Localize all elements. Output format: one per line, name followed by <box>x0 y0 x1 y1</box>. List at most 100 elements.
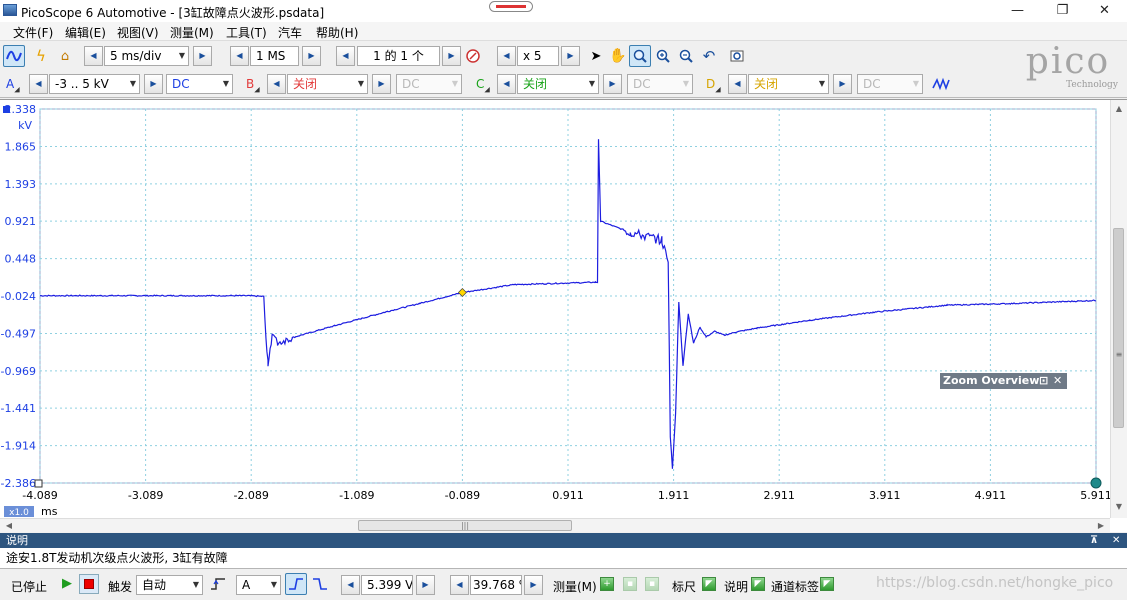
trigger-mode: 自动 <box>142 578 167 592</box>
channel-a-range-prev-button[interactable]: ◀ <box>29 74 48 94</box>
menu-auto[interactable]: 汽车 <box>278 24 302 41</box>
pretrigger-next-button[interactable]: ▶ <box>524 575 543 595</box>
samples-field[interactable]: 1 MS <box>250 46 299 66</box>
menu-help[interactable]: 帮助(H) <box>316 24 358 41</box>
zoom-overview-pin-icon[interactable]: ⊡ <box>1039 373 1048 389</box>
horizontal-scroll-thumb[interactable]: ||| <box>358 520 572 531</box>
buffer-next-button[interactable]: ▶ <box>442 46 461 66</box>
timebase-next-button[interactable]: ▶ <box>193 46 212 66</box>
horizontal-scrollbar[interactable]: ◀ ||| ▶ <box>0 518 1110 532</box>
lightning-icon[interactable]: ϟ <box>30 45 52 67</box>
x-tick-label: -4.089 <box>22 489 57 502</box>
menu-edit[interactable]: 编辑(E) <box>65 24 106 41</box>
notes-label[interactable]: 说明 <box>724 578 748 595</box>
channel-c-range-next-button[interactable]: ▶ <box>603 74 622 94</box>
run-icon[interactable]: ▶ <box>62 576 72 591</box>
samples-next-button[interactable]: ▶ <box>302 46 321 66</box>
buffer-navigator-icon[interactable] <box>462 45 484 67</box>
trigger-mode-select[interactable]: 自动 ▼ <box>136 575 203 595</box>
channel-labels-label[interactable]: 通道标签 <box>771 578 819 595</box>
channel-b-range-next-button[interactable]: ▶ <box>372 74 391 94</box>
notes-close-icon[interactable]: ✕ <box>1112 533 1120 548</box>
scope-view[interactable]: 2.338 1.865 1.393 0.921 0.448 -0.024 -0.497 -0.… <box>0 99 1127 532</box>
menu-measure[interactable]: 测量(M) <box>170 24 214 41</box>
trigger-edge-icon[interactable] <box>207 573 229 595</box>
scroll-right-arrow[interactable]: ▶ <box>1094 519 1108 532</box>
channel-b-range-prev-button[interactable]: ◀ <box>267 74 286 94</box>
scroll-down-arrow[interactable]: ▼ <box>1111 500 1127 514</box>
channel-b-coupling-select[interactable]: DC ▼ <box>396 74 462 94</box>
logo-wordmark: pico <box>1025 41 1111 82</box>
rising-edge-icon[interactable] <box>285 573 307 595</box>
measure-label[interactable]: 测量(M) <box>553 578 597 595</box>
channel-scale-bottom-marker[interactable] <box>34 479 43 488</box>
zoom-in-icon[interactable] <box>652 45 674 67</box>
x-tick-label: -1.089 <box>339 489 374 502</box>
scroll-left-arrow[interactable]: ◀ <box>2 519 16 532</box>
trigger-source-select[interactable]: A ▼ <box>236 575 281 595</box>
channel-scale-top-marker[interactable] <box>3 106 10 113</box>
channel-c-range-select[interactable]: 关闭 ▼ <box>517 74 599 94</box>
zoom-overview-icon[interactable] <box>726 45 748 67</box>
vertical-scroll-thumb[interactable] <box>1113 228 1124 428</box>
zoom-next-button[interactable]: ▶ <box>561 46 580 66</box>
channel-a-label[interactable]: A◢ <box>6 77 20 96</box>
menu-file[interactable]: 文件(F) <box>13 24 53 41</box>
zoom-rect-icon[interactable] <box>629 45 651 67</box>
vertical-scrollbar[interactable]: ▲ ≡ ▼ <box>1110 100 1127 518</box>
samples-prev-button[interactable]: ◀ <box>230 46 249 66</box>
buffer-prev-button[interactable]: ◀ <box>336 46 355 66</box>
time-ruler-handle[interactable] <box>1090 477 1102 489</box>
channel-c-label[interactable]: C◢ <box>476 77 490 96</box>
math-channel-icon[interactable] <box>930 73 952 95</box>
channel-d-range-select[interactable]: 关闭 ▼ <box>748 74 829 94</box>
scope-view-icon[interactable] <box>3 45 25 67</box>
falling-edge-icon[interactable] <box>309 573 331 595</box>
threshold-prev-button[interactable]: ◀ <box>341 575 360 595</box>
zoom-out-icon[interactable] <box>675 45 697 67</box>
channel-b-range-select[interactable]: 关闭 ▼ <box>287 74 368 94</box>
ruler-icon[interactable]: ◤ <box>702 577 716 591</box>
undo-zoom-icon[interactable]: ↶ <box>698 45 720 67</box>
notes-text[interactable]: 途安1.8T发动机次级点火波形, 3缸有故障 <box>0 548 1127 569</box>
restore-button[interactable]: ❐ <box>1040 0 1085 22</box>
channel-a-coupling-select[interactable]: DC ▼ <box>166 74 233 94</box>
scroll-up-arrow[interactable]: ▲ <box>1111 102 1127 116</box>
channel-d-range-prev-button[interactable]: ◀ <box>728 74 747 94</box>
channel-d-coupling-select[interactable]: DC ▼ <box>857 74 923 94</box>
add-measurement-icon[interactable]: + <box>600 577 614 591</box>
pretrigger-prev-button[interactable]: ◀ <box>450 575 469 595</box>
ruler-label[interactable]: 标尺 <box>672 578 696 595</box>
channel-a-range-next-button[interactable]: ▶ <box>144 74 163 94</box>
minimize-button[interactable]: — <box>995 0 1040 22</box>
channel-c-range-prev-button[interactable]: ◀ <box>497 74 516 94</box>
menu-tools[interactable]: 工具(T) <box>226 24 267 41</box>
zoom-factor-field[interactable]: x 5 <box>517 46 559 66</box>
edit-measurement-icon[interactable]: ▪ <box>623 577 637 591</box>
channel-b-label[interactable]: B◢ <box>246 77 260 96</box>
channel-labels-icon[interactable]: ◤ <box>820 577 834 591</box>
zoom-prev-button[interactable]: ◀ <box>497 46 516 66</box>
threshold-field[interactable]: 5.399 V <box>361 575 413 595</box>
home-icon[interactable]: ⌂ <box>54 45 76 67</box>
pointer-icon[interactable]: ➤ <box>585 45 607 67</box>
zoom-overview-close-icon[interactable]: ✕ <box>1053 373 1062 389</box>
pretrigger-field[interactable]: 39.768 % <box>470 575 522 595</box>
timebase-select[interactable]: 5 ms/div ▼ <box>104 46 189 66</box>
buffer-field[interactable]: 1 的 1 个 <box>357 46 440 66</box>
threshold-next-button[interactable]: ▶ <box>416 575 435 595</box>
timebase-prev-button[interactable]: ◀ <box>84 46 103 66</box>
menu-view[interactable]: 视图(V) <box>117 24 159 41</box>
zoom-overview-panel[interactable]: Zoom Overview ⊡ ✕ <box>940 373 1067 389</box>
stop-button[interactable] <box>79 574 99 594</box>
waveform-chart[interactable]: 2.3381.8651.3930.9210.448-0.024-0.497-0.… <box>0 100 1110 518</box>
pin-icon[interactable]: ⊼ <box>1090 533 1098 548</box>
close-window-button[interactable]: ✕ <box>1082 0 1127 22</box>
channel-d-label[interactable]: D◢ <box>706 77 721 96</box>
channel-a-range-select[interactable]: -3 .. 5 kV ▼ <box>49 74 140 94</box>
hand-icon[interactable]: ✋ <box>607 45 629 67</box>
channel-d-range-next-button[interactable]: ▶ <box>833 74 852 94</box>
notes-toggle-icon[interactable]: ◤ <box>751 577 765 591</box>
delete-measurement-icon[interactable]: ▪ <box>645 577 659 591</box>
channel-c-coupling-select[interactable]: DC ▼ <box>627 74 693 94</box>
